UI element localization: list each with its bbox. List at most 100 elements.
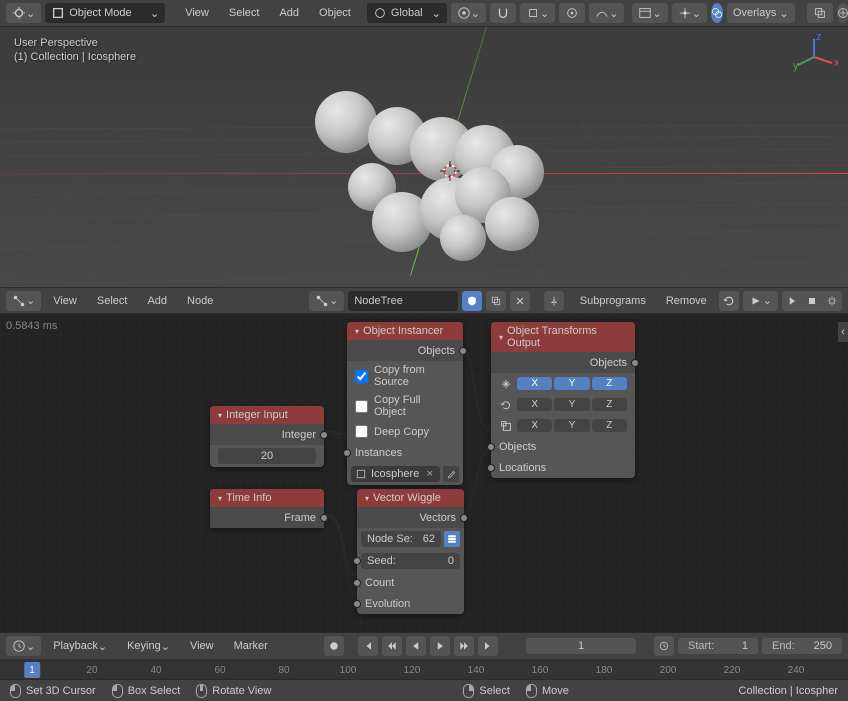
socket-in[interactable] [487, 443, 495, 451]
jump-to-end[interactable] [478, 636, 498, 656]
axis-gizmo[interactable]: x y z [790, 33, 838, 81]
sidebar-expand[interactable]: ‹ [838, 322, 848, 342]
node-object-instancer[interactable]: ▾Object Instancer Objects Copy from Sour… [347, 322, 463, 485]
node-seed-field[interactable]: Node Se: 62 [361, 531, 441, 547]
scl-y[interactable]: Y [554, 419, 589, 432]
node-integer-input[interactable]: ▾Integer Input Integer 20 [210, 406, 324, 467]
viewport-3d[interactable]: User Perspective (1) Collection | Icosph… [0, 27, 848, 287]
mode-dropdown[interactable]: Object Mode ⌄ [45, 3, 165, 23]
timeline-view-menu[interactable]: View [182, 638, 222, 654]
gizmo-dropdown[interactable]: ⌄ [672, 3, 707, 23]
execute-button[interactable] [782, 291, 802, 311]
play-forward[interactable] [430, 636, 450, 656]
node-transforms-output[interactable]: ▾Object Transforms Output Objects X Y Z … [491, 322, 635, 478]
auto-keyframe-toggle[interactable] [324, 636, 344, 656]
editor-type-dropdown[interactable]: ⌄ [6, 3, 41, 23]
menu-select[interactable]: Select [221, 5, 268, 21]
randomize-seed-button[interactable] [444, 531, 460, 547]
node-menu-select[interactable]: Select [89, 293, 136, 309]
node-title[interactable]: ▾Object Transforms Output [491, 322, 635, 352]
snap-toggle[interactable] [490, 3, 516, 23]
snap-dropdown[interactable]: ⌄ [520, 3, 555, 23]
tree-name-input[interactable]: NodeTree [348, 291, 458, 311]
duplicate-tree[interactable] [486, 291, 506, 311]
loc-x[interactable]: X [517, 377, 552, 390]
current-frame-field[interactable]: 1 [526, 638, 636, 654]
stop-button[interactable] [802, 291, 822, 311]
socket-out[interactable] [460, 514, 468, 522]
scl-z[interactable]: Z [592, 419, 627, 432]
pin-tree[interactable] [544, 291, 564, 311]
loc-z[interactable]: Z [592, 377, 627, 390]
socket-in[interactable] [353, 600, 361, 608]
rot-x[interactable]: X [517, 398, 552, 411]
jump-to-prev-keyframe[interactable] [382, 636, 402, 656]
play-reverse[interactable] [406, 636, 426, 656]
marker-menu[interactable]: Marker [226, 638, 276, 654]
start-frame-field[interactable]: Start:1 [678, 638, 758, 654]
eyedropper-button[interactable] [443, 466, 459, 482]
node-editor-canvas[interactable]: 0.5843 ms ‹ ▾Integer Input Integer 20 ▾T… [0, 314, 848, 632]
xray-toggle[interactable] [807, 3, 833, 23]
copy-from-source-row[interactable]: Copy from Source [347, 361, 463, 391]
node-vector-wiggle[interactable]: ▾Vector Wiggle Vectors Node Se: 62 Seed:… [357, 489, 464, 614]
copy-full-object-checkbox[interactable] [355, 400, 368, 413]
jump-to-start[interactable] [358, 636, 378, 656]
node-title[interactable]: ▾Object Instancer [347, 322, 463, 340]
overlays-toggle[interactable] [711, 3, 723, 23]
seed-field[interactable]: Seed: 0 [361, 553, 460, 569]
node-time-info[interactable]: ▾Time Info Frame [210, 489, 324, 528]
integer-value-field[interactable]: 20 [218, 448, 316, 464]
socket-out[interactable] [631, 359, 639, 367]
remove-menu[interactable]: Remove [658, 293, 715, 309]
clear-icon[interactable]: × [424, 468, 436, 480]
node-menu-view[interactable]: View [45, 293, 85, 309]
rot-z[interactable]: Z [592, 398, 627, 411]
socket-in[interactable] [353, 579, 361, 587]
playhead[interactable]: 1 [24, 662, 40, 678]
menu-object[interactable]: Object [311, 5, 359, 21]
jump-to-next-keyframe[interactable] [454, 636, 474, 656]
end-frame-field[interactable]: End:250 [762, 638, 842, 654]
node-title[interactable]: ▾Vector Wiggle [357, 489, 464, 507]
proportional-dropdown[interactable]: ⌄ [589, 3, 624, 23]
source-object-field[interactable]: Icosphere × [351, 466, 440, 482]
scl-x[interactable]: X [517, 419, 552, 432]
node-editor-type-dropdown[interactable]: ⌄ [6, 291, 41, 311]
socket-out[interactable] [320, 431, 328, 439]
loc-y[interactable]: Y [554, 377, 589, 390]
refresh-button[interactable] [719, 291, 739, 311]
menu-view[interactable]: View [177, 5, 217, 21]
proportional-toggle[interactable] [559, 3, 585, 23]
socket-in[interactable] [487, 464, 495, 472]
orientation-dropdown[interactable]: Global ⌄ [367, 3, 447, 23]
node-title[interactable]: ▾Time Info [210, 489, 324, 507]
deep-copy-checkbox[interactable] [355, 425, 368, 438]
socket-out[interactable] [459, 347, 467, 355]
object-visibility-dropdown[interactable]: ⌄ [632, 3, 667, 23]
unlink-tree[interactable] [510, 291, 530, 311]
copy-from-source-checkbox[interactable] [355, 370, 368, 383]
socket-out[interactable] [320, 514, 328, 522]
timeline-ruler[interactable]: 0 20 40 60 80 100 120 140 160 180 200 22… [0, 659, 848, 679]
menu-add[interactable]: Add [271, 5, 307, 21]
socket-in[interactable] [353, 557, 361, 565]
playback-menu[interactable]: Playback ⌄ [45, 638, 115, 655]
use-preview-range[interactable] [654, 636, 674, 656]
node-title[interactable]: ▾Integer Input [210, 406, 324, 424]
node-menu-add[interactable]: Add [139, 293, 175, 309]
shading-wireframe[interactable] [837, 3, 848, 23]
rot-y[interactable]: Y [554, 398, 589, 411]
auto-execute-dropdown[interactable]: ⌄ [743, 291, 778, 311]
keying-menu[interactable]: Keying ⌄ [119, 638, 178, 655]
deep-copy-row[interactable]: Deep Copy [347, 421, 463, 442]
copy-full-object-row[interactable]: Copy Full Object [347, 391, 463, 421]
pivot-dropdown[interactable]: ⌄ [451, 3, 486, 23]
fake-user-toggle[interactable] [462, 291, 482, 311]
tree-type-dropdown[interactable]: ⌄ [309, 291, 344, 311]
overlays-dropdown[interactable]: Overlays ⌄ [727, 3, 795, 23]
socket-in[interactable] [343, 449, 351, 457]
bake-button[interactable] [822, 291, 842, 311]
node-menu-node[interactable]: Node [179, 293, 221, 309]
subprograms-menu[interactable]: Subprograms [572, 293, 654, 309]
